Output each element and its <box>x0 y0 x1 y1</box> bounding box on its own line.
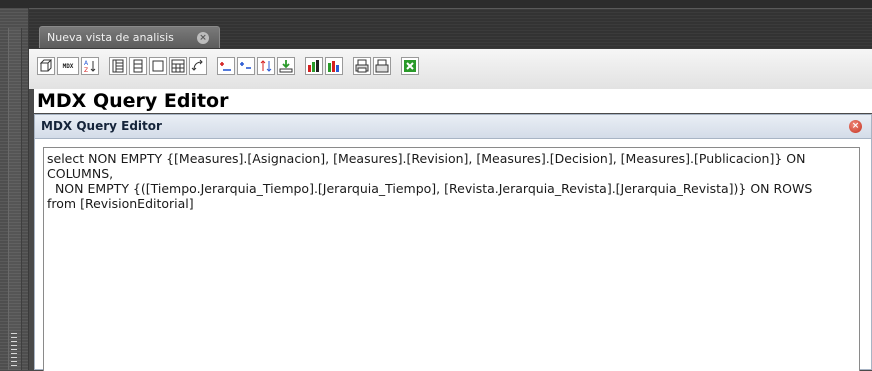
drill-down-green-icon[interactable] <box>277 57 295 75</box>
panel-header: MDX Query Editor × <box>35 115 871 139</box>
print-icon[interactable] <box>353 57 371 75</box>
sort-az-icon[interactable]: AZ <box>81 57 99 75</box>
layout-columns-icon[interactable] <box>109 57 127 75</box>
page-title: MDX Query Editor <box>34 89 872 113</box>
panel-title: MDX Query Editor <box>41 119 162 133</box>
chart-icon[interactable] <box>305 57 323 75</box>
swap-axes-icon[interactable] <box>189 57 207 75</box>
gutter-bar <box>8 28 22 370</box>
drill-arrows-icon[interactable] <box>257 57 275 75</box>
tab-label: Nueva vista de analisis <box>47 31 174 44</box>
tab-close-icon[interactable]: × <box>197 32 209 44</box>
tab-bar: Nueva vista de analisis × <box>29 9 872 49</box>
toolbar: MDX AZ <box>29 49 872 89</box>
blank-layout-icon[interactable] <box>149 57 167 75</box>
table-grid-icon[interactable] <box>169 57 187 75</box>
svg-text:Z: Z <box>84 67 88 73</box>
panel-close-icon[interactable]: × <box>849 120 862 133</box>
mdx-editor-panel: MDX Query Editor × select NON EMPTY {[Me… <box>34 114 872 371</box>
mdx-label: MDX <box>62 62 74 70</box>
print-setup-icon[interactable] <box>373 57 391 75</box>
left-gutter <box>0 8 29 370</box>
drill-plus-icon[interactable] <box>217 57 235 75</box>
drill-minus-icon[interactable] <box>237 57 255 75</box>
mdx-icon[interactable]: MDX <box>57 57 79 75</box>
tab-nueva-vista[interactable]: Nueva vista de analisis × <box>39 26 220 48</box>
cube-icon[interactable] <box>37 57 55 75</box>
mdx-query-textarea[interactable]: select NON EMPTY {[Measures].[Asignacion… <box>43 147 860 371</box>
excel-export-icon[interactable] <box>401 57 419 75</box>
chart-settings-icon[interactable] <box>325 57 343 75</box>
resize-grip-icon[interactable] <box>11 330 17 366</box>
svg-text:A: A <box>84 60 89 67</box>
window-top-strip <box>0 0 872 9</box>
layout-rows-icon[interactable] <box>129 57 147 75</box>
